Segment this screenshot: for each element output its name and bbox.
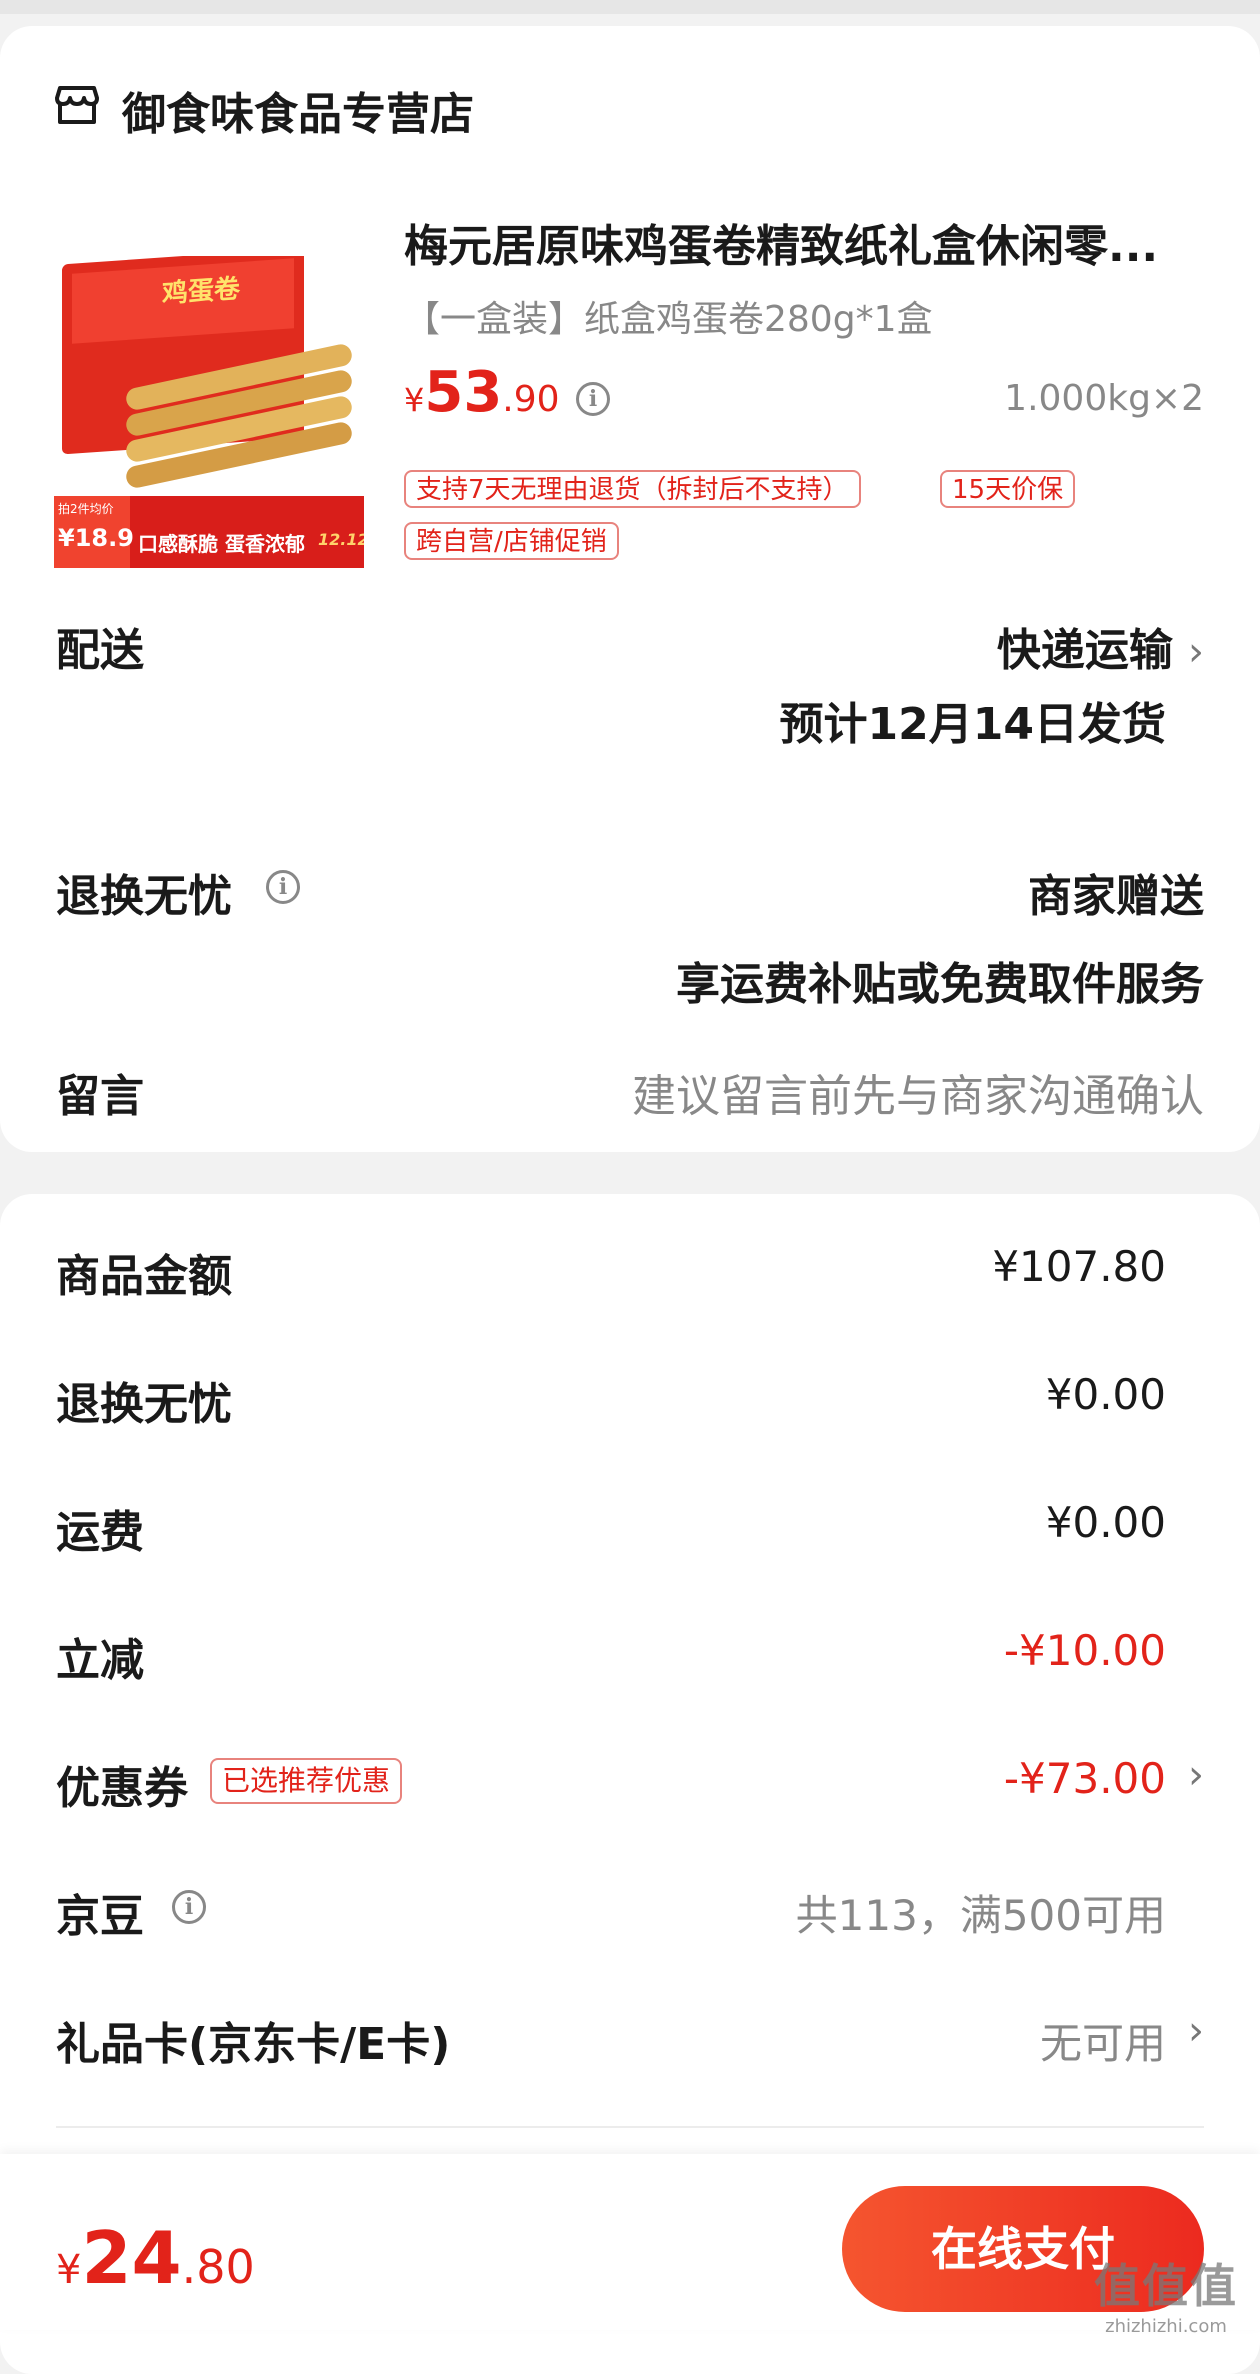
product-spec[interactable]: 【一盒装】纸盒鸡蛋卷280g*1盒: [404, 290, 932, 342]
instant-discount-value: -¥10.00: [1003, 1626, 1166, 1675]
chevron-right-icon: ›: [1188, 2008, 1204, 2054]
return-fee-label: 退换无忧: [56, 1379, 232, 1430]
shipping-value: ¥0.00: [1045, 1498, 1166, 1547]
coupon-value: -¥73.00: [1003, 1754, 1166, 1803]
jd-beans-value: 共113，满500可用: [795, 1891, 1166, 1940]
return-fee-value: ¥0.00: [1045, 1370, 1166, 1419]
gift-card-label: 礼品卡(京东卡/E卡): [56, 2019, 451, 2070]
top-strip: [0, 0, 1260, 14]
message-input[interactable]: 建议留言前先与商家沟通确认: [632, 1060, 1204, 1124]
jd-beans-label: 京豆: [56, 1891, 144, 1942]
delivery-estimate: 预计12月14日发货: [779, 699, 1166, 750]
product-image[interactable]: 鸡蛋卷 拍2件均价 ¥18.9 口感酥脆 蛋香浓郁 12.12: [54, 256, 364, 568]
product-price: ¥53.90: [404, 360, 560, 425]
promo-small: 拍2件均价: [58, 502, 114, 516]
tag-no-reason-return: 支持7天无理由退货（拆封后不支持）: [404, 470, 861, 508]
watermark-url: zhizhizhi.com: [1105, 2316, 1227, 2337]
delivery-method-text: 快递运输: [996, 625, 1173, 676]
gift-card-value: 无可用: [1039, 2019, 1166, 2068]
product-title[interactable]: 梅元居原味鸡蛋卷精致纸礼盒休闲零...: [404, 210, 1158, 274]
watermark-logo: 值值值: [1094, 2259, 1238, 2313]
chevron-right-icon: ›: [1188, 629, 1204, 675]
goods-amount-label: 商品金额: [56, 1251, 232, 1302]
delivery-method[interactable]: 快递运输 ›: [997, 614, 1204, 678]
coupon-badge: 已选推荐优惠: [210, 1758, 403, 1804]
promo-text: 口感酥脆 蛋香浓郁: [138, 532, 305, 556]
goods-amount-value: ¥107.80: [992, 1242, 1166, 1291]
divider: [56, 2126, 1204, 2128]
egg-rolls: [124, 342, 364, 490]
store-icon: [55, 86, 99, 124]
price-info-icon[interactable]: i: [576, 382, 610, 416]
return-info-icon[interactable]: i: [266, 870, 300, 904]
return-desc: 享运费补贴或免费取件服务: [676, 959, 1204, 1010]
store-name: 御食味食品专营店: [122, 89, 474, 140]
total-integer: 24: [81, 2216, 182, 2300]
shipping-label: 运费: [56, 1507, 144, 1558]
watermark: 值值值 zhizhizhi.com: [1094, 2250, 1238, 2337]
product-quantity: 1.000kg×2: [1004, 378, 1204, 419]
tag-promotion: 跨自营/店铺促销: [404, 522, 619, 560]
checkout-bar: ¥24.80 在线支付 值值值 zhizhizhi.com: [0, 2154, 1260, 2337]
order-item-card: 御食味食品专营店 鸡蛋卷 拍2件均价 ¥18.9 口感酥脆 蛋香浓郁 12.12…: [0, 26, 1260, 1152]
pay-button-label: 在线支付: [931, 2222, 1115, 2276]
box-title: 鸡蛋卷: [162, 274, 241, 310]
price-integer: 53: [424, 360, 503, 425]
chevron-right-icon: ›: [1188, 1752, 1204, 1798]
promo-banner: 拍2件均价 ¥18.9 口感酥脆 蛋香浓郁 12.12: [54, 496, 364, 568]
return-label: 退换无忧: [56, 871, 232, 922]
message-label: 留言: [56, 1071, 144, 1122]
promo-badge: 12.12: [318, 530, 364, 549]
jd-beans-info-icon[interactable]: i: [172, 1890, 206, 1924]
price-symbol: ¥: [404, 381, 425, 419]
gift-card-row[interactable]: 礼品卡(京东卡/E卡) 无可用 ›: [0, 1990, 1260, 2090]
coupon-row[interactable]: 优惠券 已选推荐优惠 -¥73.00 ›: [0, 1734, 1260, 1834]
total-price: ¥24.80: [56, 2216, 255, 2300]
total-symbol: ¥: [56, 2247, 82, 2293]
price-decimal: .90: [502, 379, 560, 420]
promo-price: ¥18.9: [58, 524, 134, 552]
instant-discount-label: 立减: [56, 1635, 144, 1686]
coupon-label: 优惠券: [56, 1763, 188, 1814]
return-value: 商家赠送: [1028, 871, 1204, 922]
tag-price-protection: 15天价保: [940, 470, 1076, 508]
delivery-label: 配送: [56, 625, 144, 676]
total-decimal: .80: [181, 2240, 255, 2294]
